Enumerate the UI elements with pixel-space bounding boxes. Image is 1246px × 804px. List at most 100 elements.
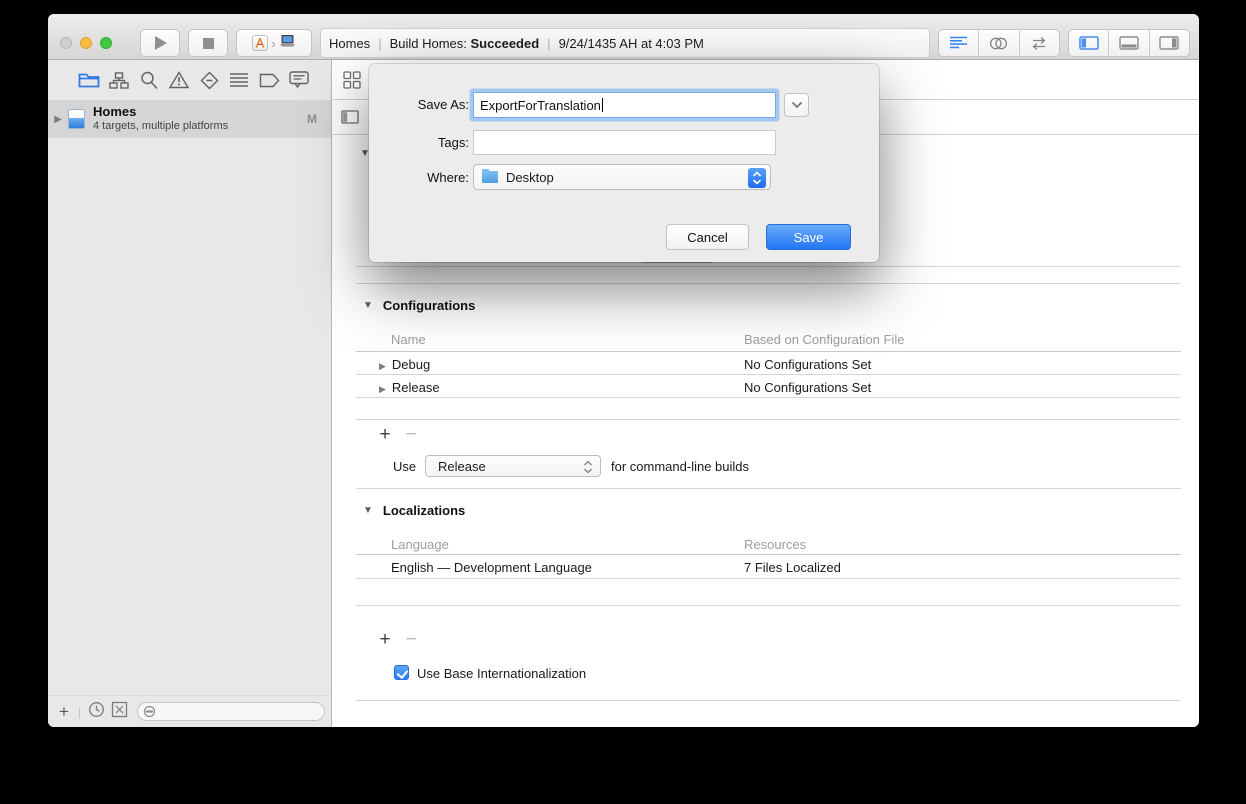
folder-icon xyxy=(78,73,100,87)
toggle-utilities-button[interactable] xyxy=(1148,30,1189,56)
navigator-sidebar: ▶ Homes 4 targets, multiple platforms M … xyxy=(48,60,332,727)
version-editor-icon xyxy=(1032,36,1046,50)
popup-value: Release xyxy=(438,458,486,474)
column-header-resources: Resources xyxy=(744,537,807,552)
warning-triangle-icon xyxy=(169,71,189,89)
chevron-down-icon xyxy=(791,101,802,109)
add-localization-button[interactable]: + xyxy=(377,629,393,651)
popup-stepper xyxy=(748,168,766,188)
play-icon xyxy=(155,36,167,50)
disclosure-down-icon[interactable]: ▼ xyxy=(363,505,373,516)
sidebar-toggle-icon xyxy=(341,110,359,124)
column-header-name: Name xyxy=(391,332,426,347)
toggle-navigator-button[interactable] xyxy=(1069,30,1108,56)
navigator-filter-input[interactable] xyxy=(137,702,325,721)
toggle-debug-area-button[interactable] xyxy=(1108,30,1148,56)
localizations-section-header: ▼ Localizations xyxy=(363,503,465,518)
scheme-selector[interactable]: › xyxy=(236,29,312,57)
remove-configuration-button[interactable]: − xyxy=(403,424,419,446)
command-line-builds-label: for command-line builds xyxy=(611,459,750,474)
tab-find-navigator[interactable] xyxy=(138,65,160,95)
standard-editor-icon xyxy=(950,36,968,48)
use-base-internationalization-checkbox[interactable] xyxy=(394,665,409,680)
project-row-homes[interactable]: ▶ Homes 4 targets, multiple platforms M xyxy=(48,100,331,138)
utilities-panel-icon xyxy=(1159,36,1180,50)
use-base-internationalization-label: Use Base Internationalization xyxy=(417,666,587,681)
popup-stepper-icon xyxy=(583,460,593,477)
tab-project-navigator[interactable] xyxy=(78,65,100,95)
tab-breakpoint-navigator[interactable] xyxy=(258,65,280,95)
toggle-targets-list-button[interactable] xyxy=(341,110,359,129)
localization-resources: 7 Files Localized xyxy=(744,560,841,575)
activity-separator: | xyxy=(547,35,551,51)
configurations-section-header: ▼ Configurations xyxy=(363,298,475,313)
divider xyxy=(356,397,1181,398)
project-text: Homes 4 targets, multiple platforms xyxy=(93,104,307,134)
assistant-editor-button[interactable] xyxy=(978,30,1018,56)
config-row-name: ▶ Debug xyxy=(379,357,431,372)
activity-time: 9/24/1435 AH at 4:03 PM xyxy=(558,35,704,51)
symbol-hierarchy-icon xyxy=(109,71,129,89)
report-bubble-icon xyxy=(289,71,309,89)
view-toggle-group xyxy=(1068,29,1190,57)
activity-build-status: Build Homes: Succeeded xyxy=(389,35,540,51)
tab-test-navigator[interactable] xyxy=(198,65,220,95)
activity-separator: | xyxy=(378,35,382,51)
minimize-window-button[interactable] xyxy=(80,37,92,49)
cancel-button[interactable]: Cancel xyxy=(666,224,749,250)
save-as-label: Save As: xyxy=(417,97,469,112)
list-lines-icon xyxy=(230,73,248,87)
expand-dialog-button[interactable] xyxy=(784,93,809,117)
version-editor-button[interactable] xyxy=(1018,30,1059,56)
run-button[interactable] xyxy=(140,29,180,57)
divider xyxy=(356,605,1181,606)
tab-issue-navigator[interactable] xyxy=(168,65,190,95)
navigator-tab-bar xyxy=(48,60,331,100)
chevron-right-icon: › xyxy=(271,35,276,51)
box-x-icon xyxy=(111,701,128,717)
stop-icon xyxy=(202,37,214,49)
diamond-icon xyxy=(200,71,218,89)
tab-report-navigator[interactable] xyxy=(288,65,310,95)
disclosure-down-icon[interactable]: ▼ xyxy=(363,300,373,311)
divider xyxy=(356,419,1181,420)
activity-view: Homes | Build Homes: Succeeded | 9/24/14… xyxy=(320,28,930,58)
add-configuration-button[interactable]: + xyxy=(377,424,393,446)
command-line-config-popup[interactable]: Release xyxy=(425,455,601,477)
disclosure-triangle-icon[interactable]: ▶ xyxy=(48,114,68,125)
navigator-filter-bar: + | xyxy=(48,695,331,727)
save-dialog: Save As: ExportForTranslation Tags: Wher… xyxy=(369,64,879,262)
divider xyxy=(356,283,1181,284)
where-label: Where: xyxy=(427,170,469,185)
config-row-value: No Configurations Set xyxy=(744,357,872,372)
tags-label: Tags: xyxy=(437,135,469,150)
where-popup[interactable]: Desktop xyxy=(473,164,771,190)
disclosure-right-icon: ▶ xyxy=(379,361,386,371)
text-caret xyxy=(601,98,603,112)
config-row-value: No Configurations Set xyxy=(744,380,872,395)
related-items-button[interactable] xyxy=(343,71,361,94)
config-row-name: ▶ Release xyxy=(379,380,440,395)
save-as-input[interactable]: ExportForTranslation xyxy=(473,92,776,118)
recent-files-filter-button[interactable] xyxy=(88,701,105,723)
divider xyxy=(356,488,1181,489)
tags-input[interactable] xyxy=(473,130,776,155)
standard-editor-button[interactable] xyxy=(939,30,978,56)
filter-bar-divider: | xyxy=(78,704,82,719)
add-file-button[interactable]: + xyxy=(54,702,74,722)
stop-button[interactable] xyxy=(188,29,228,57)
use-label: Use xyxy=(393,459,417,474)
scm-status-filter-button[interactable] xyxy=(111,701,128,723)
zoom-window-button[interactable] xyxy=(100,37,112,49)
breakpoint-tag-icon xyxy=(259,73,279,87)
save-as-value: ExportForTranslation xyxy=(480,97,601,113)
save-button[interactable]: Save xyxy=(766,224,851,250)
close-window-button[interactable] xyxy=(60,37,72,49)
tab-symbol-navigator[interactable] xyxy=(108,65,130,95)
remove-localization-button[interactable]: − xyxy=(403,629,419,651)
divider xyxy=(356,266,1181,267)
app-scheme-icon xyxy=(252,35,269,51)
folder-icon xyxy=(482,169,498,183)
tab-debug-navigator[interactable] xyxy=(228,65,250,95)
project-file-icon xyxy=(68,109,85,129)
